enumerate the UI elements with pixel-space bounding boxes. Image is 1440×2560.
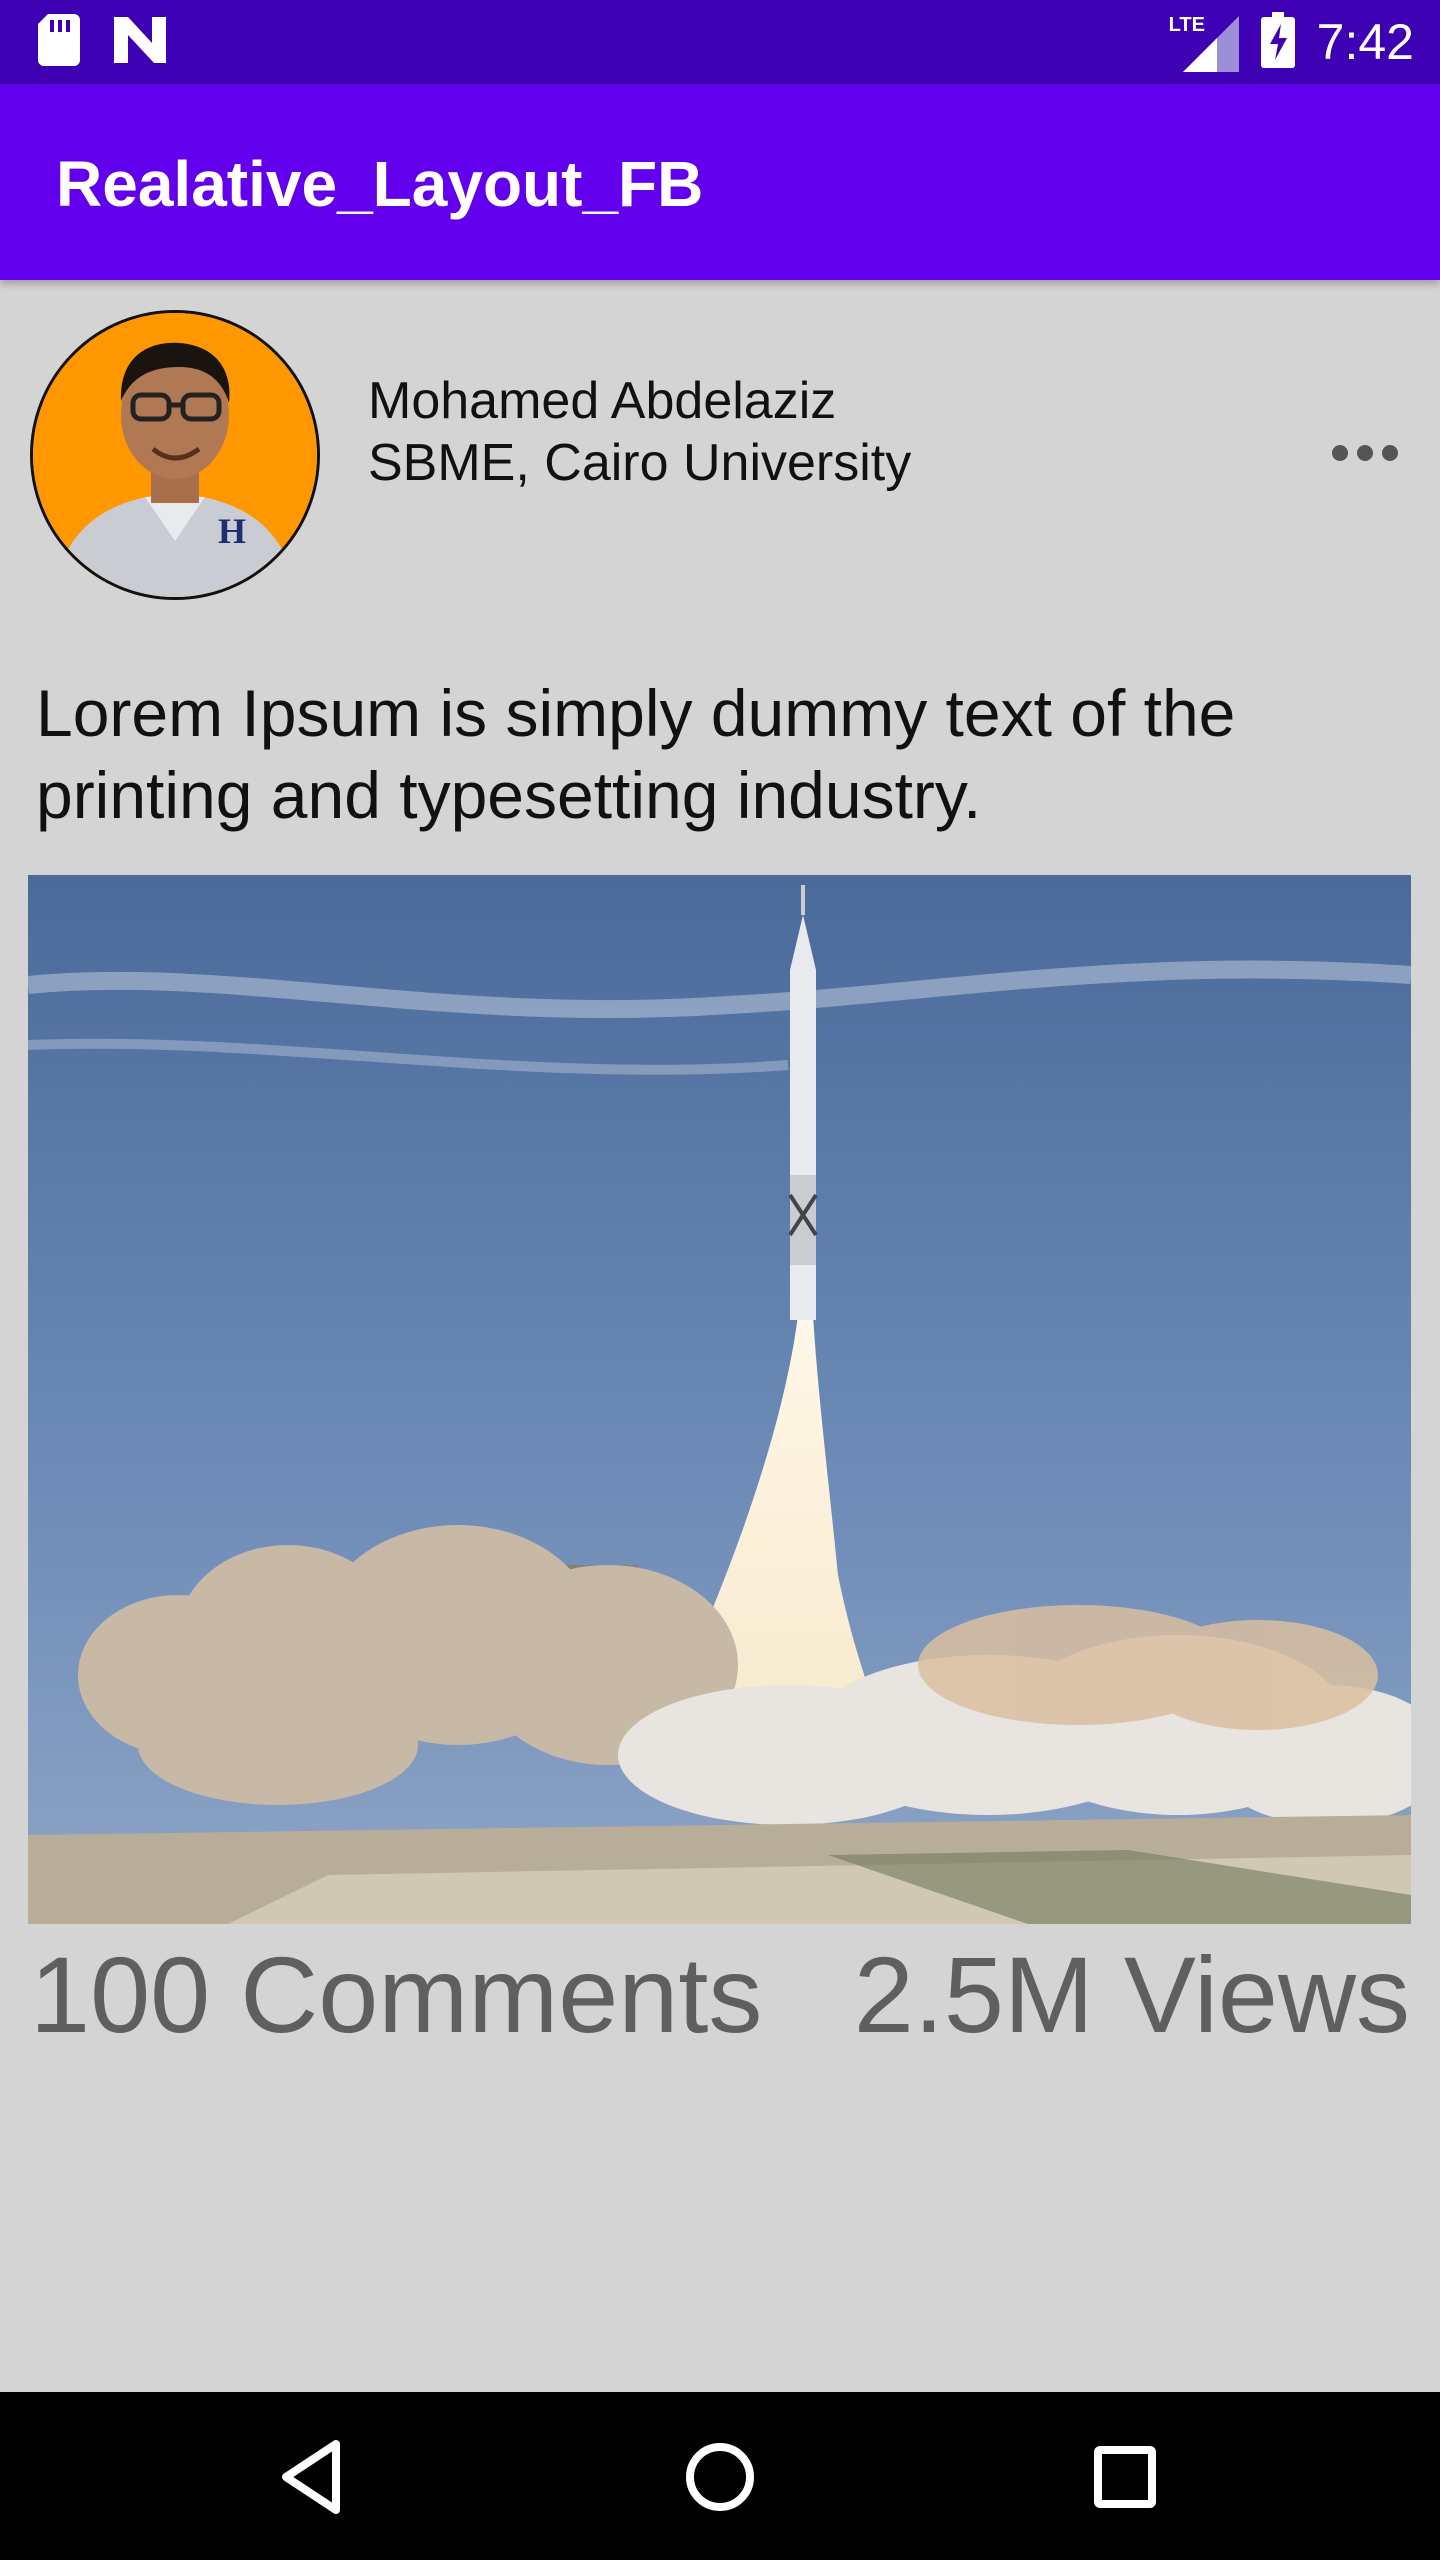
navigation-bar — [0, 2392, 1440, 2560]
home-button[interactable] — [675, 2432, 765, 2522]
recents-button[interactable] — [1080, 2432, 1170, 2522]
signal-icon: LTE — [1169, 12, 1239, 72]
n-logo-icon — [114, 17, 166, 67]
comments-count[interactable]: 100 Comments — [30, 1930, 762, 2060]
rocket-launch-image — [28, 875, 1411, 1924]
sd-card-icon — [38, 14, 80, 70]
back-icon — [270, 2440, 360, 2526]
app-title: Realative_Layout_FB — [56, 148, 704, 220]
recents-icon — [1080, 2446, 1170, 2526]
author-name[interactable]: Mohamed Abdelaziz — [368, 370, 836, 432]
status-right-icons: LTE 7:42 — [1169, 10, 1414, 74]
status-bar: LTE 7:42 — [0, 0, 1440, 84]
network-type-label: LTE — [1168, 14, 1205, 36]
battery-charging-icon — [1260, 12, 1295, 72]
back-button[interactable] — [270, 2432, 360, 2522]
status-left-icons — [38, 14, 166, 70]
svg-text:H: H — [218, 511, 246, 551]
author-org: SBME, Cairo University — [368, 434, 912, 492]
more-options-button[interactable] — [1320, 430, 1410, 480]
home-icon — [675, 2443, 765, 2526]
more-horizontal-icon — [1330, 443, 1400, 467]
app-bar: Realative_Layout_FB — [0, 84, 1440, 280]
avatar[interactable]: H — [30, 310, 320, 600]
views-count: 2.5M Views — [853, 1934, 1410, 2055]
post-text: Lorem Ipsum is simply dummy text of the … — [36, 676, 1236, 832]
status-time: 7:42 — [1316, 14, 1414, 70]
post-image[interactable] — [28, 875, 1411, 1924]
